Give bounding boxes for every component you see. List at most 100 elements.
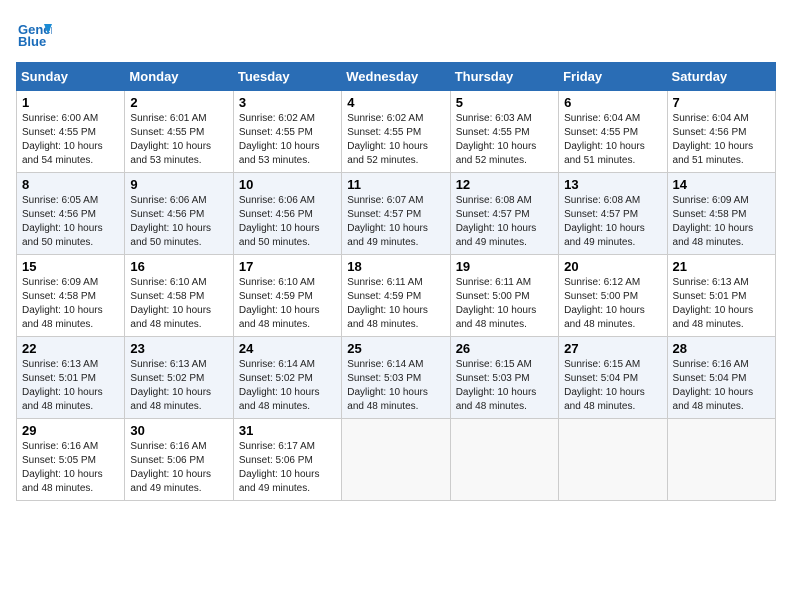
day-number: 24 (239, 341, 336, 356)
calendar-cell (450, 419, 558, 501)
day-info: Sunrise: 6:01 AMSunset: 4:55 PMDaylight:… (130, 112, 227, 168)
day-info: Sunrise: 6:05 AMSunset: 4:56 PMDaylight:… (22, 194, 119, 250)
calendar-cell: 24 Sunrise: 6:14 AMSunset: 5:02 PMDayligh… (233, 337, 341, 419)
day-number: 27 (564, 341, 661, 356)
calendar-cell: 19 Sunrise: 6:11 AMSunset: 5:00 PMDayligh… (450, 255, 558, 337)
day-number: 20 (564, 259, 661, 274)
calendar-cell: 10 Sunrise: 6:06 AMSunset: 4:56 PMDayligh… (233, 173, 341, 255)
calendar-cell: 8 Sunrise: 6:05 AMSunset: 4:56 PMDaylight… (17, 173, 125, 255)
calendar-cell: 12 Sunrise: 6:08 AMSunset: 4:57 PMDayligh… (450, 173, 558, 255)
calendar-cell (559, 419, 667, 501)
day-number: 19 (456, 259, 553, 274)
day-info: Sunrise: 6:17 AMSunset: 5:06 PMDaylight:… (239, 440, 336, 496)
day-info: Sunrise: 6:11 AMSunset: 4:59 PMDaylight:… (347, 276, 444, 332)
calendar-cell: 27Sunrise: 6:15 AMSunset: 5:04 PMDayligh… (559, 337, 667, 419)
calendar-cell: 5Sunrise: 6:03 AMSunset: 4:55 PMDaylight… (450, 91, 558, 173)
day-number: 23 (130, 341, 227, 356)
calendar-cell: 28 Sunrise: 6:16 AMSunset: 5:04 PMDayligh… (667, 337, 775, 419)
calendar-cell (342, 419, 450, 501)
calendar-cell: 20 Sunrise: 6:12 AMSunset: 5:00 PMDayligh… (559, 255, 667, 337)
day-number: 21 (673, 259, 770, 274)
day-header-monday: Monday (125, 63, 233, 91)
day-number: 29 (22, 423, 119, 438)
calendar-cell: 7 Sunrise: 6:04 AMSunset: 4:56 PMDaylight… (667, 91, 775, 173)
day-info: Sunrise: 6:03 AMSunset: 4:55 PMDaylight:… (456, 112, 553, 168)
day-number: 10 (239, 177, 336, 192)
day-info: Sunrise: 6:09 AMSunset: 4:58 PMDaylight:… (673, 194, 770, 250)
day-info: Sunrise: 6:00 AMSunset: 4:55 PMDaylight:… (22, 112, 119, 168)
day-info: Sunrise: 6:11 AMSunset: 5:00 PMDaylight:… (456, 276, 553, 332)
day-info: Sunrise: 6:02 AMSunset: 4:55 PMDaylight:… (239, 112, 336, 168)
day-info: Sunrise: 6:04 AMSunset: 4:55 PMDaylight:… (564, 112, 661, 168)
calendar-cell: 23 Sunrise: 6:13 AMSunset: 5:02 PMDayligh… (125, 337, 233, 419)
calendar-cell: 25 Sunrise: 6:14 AMSunset: 5:03 PMDayligh… (342, 337, 450, 419)
day-number: 7 (673, 95, 770, 110)
day-info: Sunrise: 6:14 AMSunset: 5:03 PMDaylight:… (347, 358, 444, 414)
day-number: 25 (347, 341, 444, 356)
calendar-week-1: 1 Sunrise: 6:00 AMSunset: 4:55 PMDaylight… (17, 91, 776, 173)
day-header-friday: Friday (559, 63, 667, 91)
day-info: Sunrise: 6:06 AMSunset: 4:56 PMDaylight:… (239, 194, 336, 250)
calendar-cell: 1 Sunrise: 6:00 AMSunset: 4:55 PMDaylight… (17, 91, 125, 173)
day-info: Sunrise: 6:13 AMSunset: 5:01 PMDaylight:… (673, 276, 770, 332)
day-number: 28 (673, 341, 770, 356)
day-header-tuesday: Tuesday (233, 63, 341, 91)
logo-icon: General Blue (16, 16, 52, 52)
day-number: 1 (22, 95, 119, 110)
day-number: 6 (564, 95, 661, 110)
calendar-cell: 22 Sunrise: 6:13 AMSunset: 5:01 PMDayligh… (17, 337, 125, 419)
day-info: Sunrise: 6:14 AMSunset: 5:02 PMDaylight:… (239, 358, 336, 414)
calendar-cell: 9Sunrise: 6:06 AMSunset: 4:56 PMDaylight… (125, 173, 233, 255)
calendar-cell: 14 Sunrise: 6:09 AMSunset: 4:58 PMDayligh… (667, 173, 775, 255)
calendar-cell: 11 Sunrise: 6:07 AMSunset: 4:57 PMDayligh… (342, 173, 450, 255)
calendar-cell: 30 Sunrise: 6:16 AMSunset: 5:06 PMDayligh… (125, 419, 233, 501)
day-number: 8 (22, 177, 119, 192)
calendar-cell: 18 Sunrise: 6:11 AMSunset: 4:59 PMDayligh… (342, 255, 450, 337)
day-number: 26 (456, 341, 553, 356)
day-info: Sunrise: 6:16 AMSunset: 5:04 PMDaylight:… (673, 358, 770, 414)
day-info: Sunrise: 6:08 AMSunset: 4:57 PMDaylight:… (564, 194, 661, 250)
calendar-cell: 31 Sunrise: 6:17 AMSunset: 5:06 PMDayligh… (233, 419, 341, 501)
calendar-cell: 3 Sunrise: 6:02 AMSunset: 4:55 PMDaylight… (233, 91, 341, 173)
day-info: Sunrise: 6:02 AMSunset: 4:55 PMDaylight:… (347, 112, 444, 168)
header: General Blue (16, 16, 776, 52)
day-header-wednesday: Wednesday (342, 63, 450, 91)
day-number: 11 (347, 177, 444, 192)
day-info: Sunrise: 6:16 AMSunset: 5:06 PMDaylight:… (130, 440, 227, 496)
day-info: Sunrise: 6:13 AMSunset: 5:02 PMDaylight:… (130, 358, 227, 414)
day-number: 4 (347, 95, 444, 110)
calendar-cell: 2Sunrise: 6:01 AMSunset: 4:55 PMDaylight… (125, 91, 233, 173)
day-number: 17 (239, 259, 336, 274)
day-number: 15 (22, 259, 119, 274)
calendar-cell: 16 Sunrise: 6:10 AMSunset: 4:58 PMDayligh… (125, 255, 233, 337)
day-number: 3 (239, 95, 336, 110)
day-header-sunday: Sunday (17, 63, 125, 91)
day-info: Sunrise: 6:07 AMSunset: 4:57 PMDaylight:… (347, 194, 444, 250)
calendar-header-row: SundayMondayTuesdayWednesdayThursdayFrid… (17, 63, 776, 91)
day-number: 9 (130, 177, 227, 192)
day-header-thursday: Thursday (450, 63, 558, 91)
day-number: 16 (130, 259, 227, 274)
logo: General Blue (16, 16, 56, 52)
calendar-cell (667, 419, 775, 501)
day-number: 31 (239, 423, 336, 438)
day-header-saturday: Saturday (667, 63, 775, 91)
day-number: 12 (456, 177, 553, 192)
day-number: 14 (673, 177, 770, 192)
calendar-cell: 26Sunrise: 6:15 AMSunset: 5:03 PMDayligh… (450, 337, 558, 419)
day-number: 30 (130, 423, 227, 438)
calendar-week-4: 22 Sunrise: 6:13 AMSunset: 5:01 PMDayligh… (17, 337, 776, 419)
calendar-cell: 29Sunrise: 6:16 AMSunset: 5:05 PMDayligh… (17, 419, 125, 501)
calendar-cell: 21 Sunrise: 6:13 AMSunset: 5:01 PMDayligh… (667, 255, 775, 337)
calendar-cell: 13Sunrise: 6:08 AMSunset: 4:57 PMDayligh… (559, 173, 667, 255)
day-info: Sunrise: 6:08 AMSunset: 4:57 PMDaylight:… (456, 194, 553, 250)
calendar-table: SundayMondayTuesdayWednesdayThursdayFrid… (16, 62, 776, 501)
day-number: 22 (22, 341, 119, 356)
day-info: Sunrise: 6:12 AMSunset: 5:00 PMDaylight:… (564, 276, 661, 332)
calendar-week-5: 29Sunrise: 6:16 AMSunset: 5:05 PMDayligh… (17, 419, 776, 501)
day-info: Sunrise: 6:04 AMSunset: 4:56 PMDaylight:… (673, 112, 770, 168)
day-info: Sunrise: 6:10 AMSunset: 4:58 PMDaylight:… (130, 276, 227, 332)
calendar-cell: 15Sunrise: 6:09 AMSunset: 4:58 PMDayligh… (17, 255, 125, 337)
day-number: 18 (347, 259, 444, 274)
day-info: Sunrise: 6:13 AMSunset: 5:01 PMDaylight:… (22, 358, 119, 414)
